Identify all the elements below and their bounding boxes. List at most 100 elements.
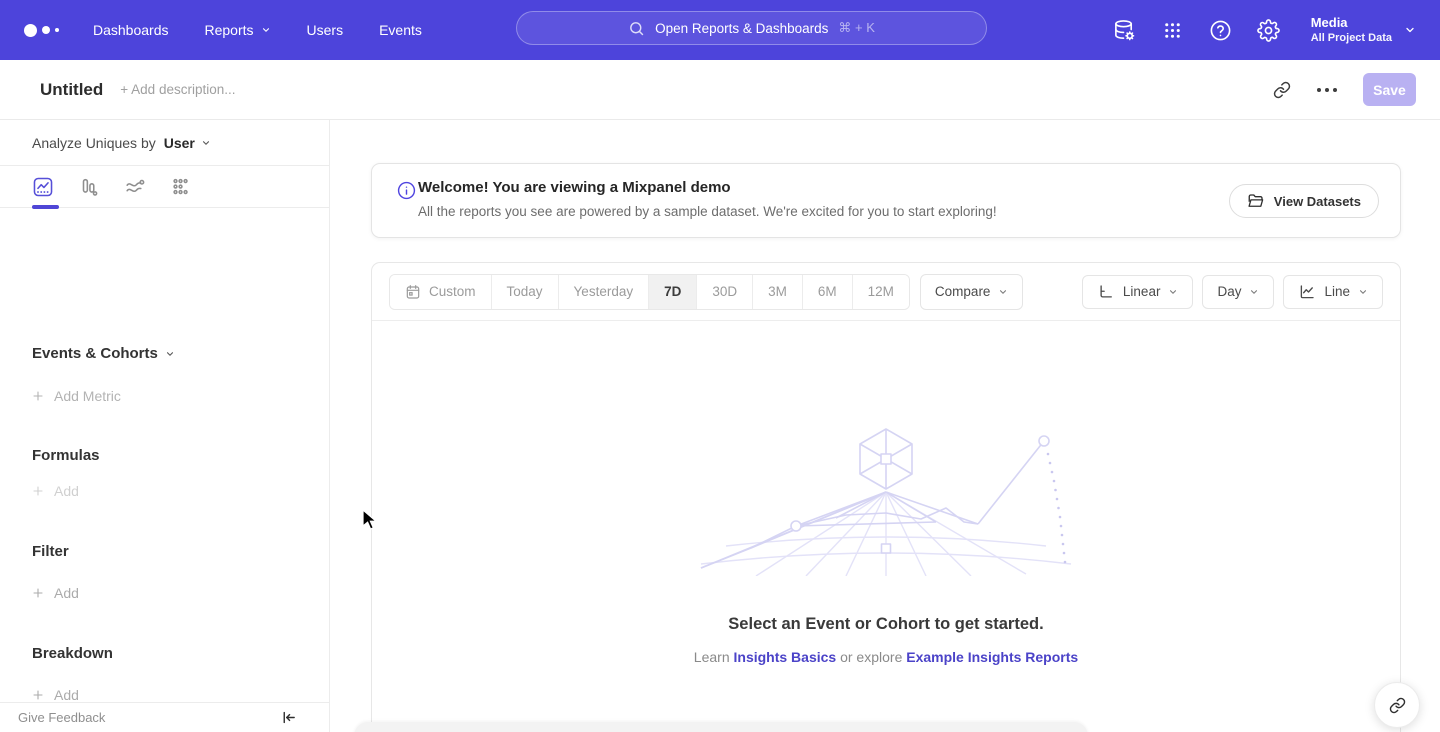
empty-state-title: Select an Event or Cohort to get started…	[372, 615, 1400, 634]
data-management-icon[interactable]	[1113, 19, 1136, 42]
range-7d[interactable]: 7D	[648, 275, 696, 309]
search-shortcut: ⌘ + K	[838, 20, 875, 36]
add-filter-label: Add	[54, 585, 79, 601]
global-search-input[interactable]: Open Reports & Dashboards ⌘ + K	[516, 11, 987, 45]
nav-right-group: Media All Project Data	[1113, 0, 1440, 60]
add-breakdown-button[interactable]: Add	[32, 687, 79, 703]
logo-dot	[42, 26, 50, 34]
range-30d[interactable]: 30D	[696, 275, 752, 309]
share-link-fab[interactable]	[1374, 682, 1420, 728]
banner-subtitle: All the reports you see are powered by a…	[418, 204, 997, 219]
project-labels: Media All Project Data	[1311, 15, 1392, 45]
chevron-down-icon	[1404, 24, 1416, 36]
apps-grid-icon[interactable]	[1161, 19, 1184, 42]
report-title[interactable]: Untitled	[40, 80, 103, 100]
analyze-by-label: Analyze Uniques by	[32, 135, 156, 151]
date-range-selector: Custom Today Yesterday 7D 30D 3M 6M 12M	[389, 274, 910, 310]
mixpanel-logo[interactable]	[24, 24, 59, 37]
top-nav: Dashboards Reports Users Events Open Rep…	[0, 0, 1440, 60]
chart-type-label: Line	[1324, 284, 1350, 299]
compare-button[interactable]: Compare	[920, 274, 1024, 310]
help-icon[interactable]	[1209, 19, 1232, 42]
range-custom[interactable]: Custom	[390, 275, 491, 309]
report-header: Untitled + Add description... Save	[0, 60, 1440, 120]
analyze-by-value: User	[164, 135, 195, 151]
scale-selector[interactable]: Linear	[1082, 275, 1194, 309]
nav-dashboards[interactable]: Dashboards	[93, 22, 169, 38]
events-cohorts-section[interactable]: Events & Cohorts	[32, 345, 175, 362]
range-3m[interactable]: 3M	[752, 275, 802, 309]
settings-gear-icon[interactable]	[1257, 19, 1280, 42]
chart-display-controls: Linear Day Line	[1082, 275, 1383, 309]
chart-controls: Custom Today Yesterday 7D 30D 3M 6M 12M …	[372, 263, 1400, 321]
query-builder-sidebar: Analyze Uniques by User Events & Cohorts	[0, 120, 330, 732]
chevron-down-icon	[1358, 287, 1368, 297]
primary-nav: Dashboards Reports Users Events	[93, 22, 422, 38]
chevron-down-icon	[261, 25, 271, 35]
add-formula-label: Add	[54, 483, 79, 499]
report-card: Custom Today Yesterday 7D 30D 3M 6M 12M …	[371, 262, 1401, 732]
interval-label: Day	[1217, 284, 1241, 299]
tab-dot-grid[interactable]	[170, 176, 192, 198]
chevron-down-icon	[1249, 287, 1259, 297]
range-today[interactable]: Today	[491, 275, 558, 309]
add-formula-button[interactable]: Add	[32, 483, 79, 499]
chevron-down-icon	[165, 349, 175, 359]
add-metric-button[interactable]: Add Metric	[32, 388, 121, 404]
sidebar-footer: Give Feedback	[0, 702, 330, 732]
plus-icon	[32, 689, 44, 701]
filter-section: Filter	[32, 543, 69, 560]
plus-icon	[32, 390, 44, 402]
calendar-icon	[405, 284, 421, 300]
more-options-icon[interactable]	[1317, 84, 1337, 96]
view-datasets-button[interactable]: View Datasets	[1229, 184, 1379, 218]
chart-type-selector[interactable]: Line	[1283, 275, 1383, 309]
save-button[interactable]: Save	[1363, 73, 1416, 106]
project-name: Media	[1311, 15, 1392, 31]
add-description-field[interactable]: + Add description...	[120, 82, 235, 97]
range-yesterday[interactable]: Yesterday	[558, 275, 649, 309]
logo-dot	[24, 24, 37, 37]
logo-dot	[55, 28, 59, 32]
range-6m[interactable]: 6M	[802, 275, 852, 309]
project-scope: All Project Data	[1311, 31, 1392, 45]
search-placeholder: Open Reports & Dashboards	[655, 21, 828, 36]
tab-flows[interactable]	[124, 176, 146, 198]
banner-title: Welcome! You are viewing a Mixpanel demo	[418, 179, 731, 196]
nav-reports[interactable]: Reports	[205, 22, 271, 38]
view-datasets-label: View Datasets	[1274, 194, 1361, 209]
folder-open-icon	[1247, 192, 1265, 210]
tab-insights-line[interactable]	[32, 176, 54, 198]
copy-link-icon[interactable]	[1273, 81, 1291, 99]
example-reports-link[interactable]: Example Insights Reports	[906, 649, 1078, 665]
add-filter-button[interactable]: Add	[32, 585, 79, 601]
collapse-sidebar-icon[interactable]	[280, 709, 297, 726]
filter-label: Filter	[32, 543, 69, 560]
breakdown-section: Breakdown	[32, 645, 113, 662]
empty-state-illustration	[696, 426, 1076, 576]
range-custom-label: Custom	[429, 284, 476, 299]
nav-users[interactable]: Users	[307, 22, 344, 38]
bottom-tray[interactable]	[354, 722, 1088, 732]
info-icon	[397, 181, 416, 200]
report-actions: Save	[1273, 73, 1416, 106]
metric-type-tabs	[0, 166, 329, 208]
range-12m[interactable]: 12M	[852, 275, 909, 309]
formulas-label: Formulas	[32, 447, 100, 464]
analyze-by-selector[interactable]: User	[164, 135, 211, 151]
add-breakdown-label: Add	[54, 687, 79, 703]
interval-selector[interactable]: Day	[1202, 275, 1274, 309]
nav-events[interactable]: Events	[379, 22, 422, 38]
add-metric-label: Add Metric	[54, 388, 121, 404]
compare-label: Compare	[935, 284, 991, 299]
nav-reports-label: Reports	[205, 22, 254, 38]
tab-bar-chart[interactable]	[78, 176, 100, 198]
project-selector[interactable]: Media All Project Data	[1311, 15, 1416, 45]
chevron-down-icon	[201, 138, 211, 148]
give-feedback-link[interactable]: Give Feedback	[18, 710, 105, 725]
axis-linear-icon	[1097, 283, 1115, 301]
insights-basics-link[interactable]: Insights Basics	[734, 649, 837, 665]
link-icon	[1389, 697, 1406, 714]
scale-label: Linear	[1123, 284, 1161, 299]
plus-icon	[32, 485, 44, 497]
